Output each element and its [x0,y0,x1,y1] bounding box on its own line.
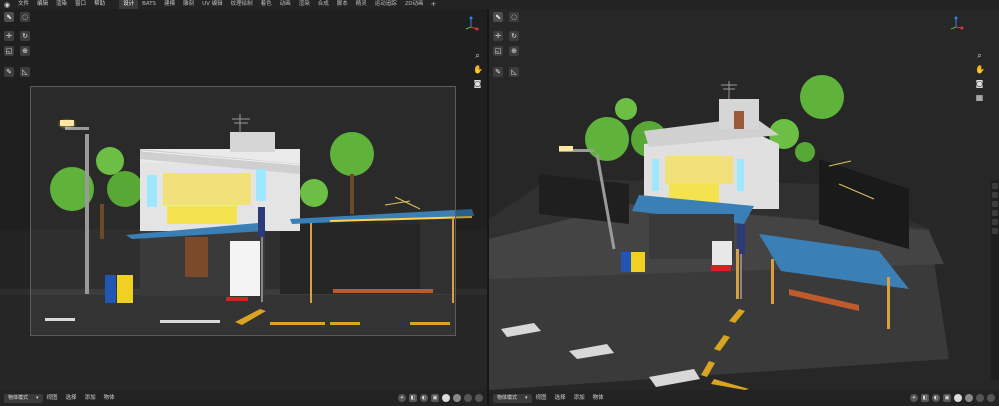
workspace-tab[interactable]: 渲染 [295,0,314,9]
axis-gizmo-icon[interactable] [462,15,480,33]
xray-icon[interactable]: ▣ [943,394,951,402]
scale-tool-icon[interactable]: ◱ [493,46,503,56]
camera-frame [30,86,456,336]
select-tool-icon[interactable]: ⬉ [4,12,14,22]
overlay-icon[interactable]: ◐ [420,394,428,402]
menu-item[interactable]: 帮助 [90,0,109,9]
interaction-mode-dropdown[interactable]: 物体模式 ▾ [493,393,532,403]
workspace-tabs: 设计 BATS 建模 雕刻 UV 编辑 纹理绘制 着色 动画 渲染 合成 脚本 精灵 运动追踪 2D动画 [119,0,427,9]
material-shading-icon[interactable] [464,394,472,402]
menu-item[interactable]: 编辑 [33,0,52,9]
side-tab-icon[interactable] [992,192,998,198]
viewport-menu-item[interactable]: 物体 [100,394,119,403]
side-tab-icon[interactable] [992,228,998,234]
side-tab-icon[interactable] [992,210,998,216]
annotate-tool-icon[interactable]: ✎ [493,67,503,77]
select-circle-icon[interactable]: ◌ [20,12,30,22]
workspace-tab[interactable]: 动画 [276,0,295,9]
pan-hand-icon[interactable]: ✋ [473,65,483,74]
rotate-tool-icon[interactable]: ↻ [20,31,30,41]
viewport-menu-item[interactable]: 物体 [589,394,608,403]
chevron-down-icon: ▾ [525,394,528,401]
move-tool-icon[interactable]: ✛ [493,31,503,41]
workspace-tab[interactable]: BATS [138,0,160,9]
transform-pivot-icon[interactable]: ✦ [398,394,406,402]
overlay-icon[interactable]: ◐ [932,394,940,402]
solid-shading-icon[interactable] [453,394,461,402]
wireframe-shading-icon[interactable] [442,394,450,402]
interaction-mode-dropdown[interactable]: 物体模式 ▾ [4,393,43,403]
zoom-icon[interactable]: ⌕ [975,51,984,60]
right-side-tool-strip [991,180,999,380]
workspace-tab[interactable]: UV 编辑 [198,0,227,9]
transform-tool-icon[interactable]: ⊕ [509,46,519,56]
workspace-tab[interactable]: 合成 [314,0,333,9]
workspace-tab[interactable]: 运动追踪 [371,0,401,9]
rotate-tool-icon[interactable]: ↻ [509,31,519,41]
material-shading-icon[interactable] [976,394,984,402]
grid-view-icon[interactable]: ▦ [975,93,984,102]
camera-view-icon[interactable]: ◙ [473,79,482,88]
camera-passepartout-top [0,9,487,86]
rendered-shading-icon[interactable] [987,394,995,402]
right-3d-viewport[interactable]: ⬉ ◌ ✛ ↻ ◱ ⊕ ✎ ◺ ⌕ ✋ ◙ ▦ [489,9,999,390]
camera-passepartout-right [456,86,487,336]
right-viewport-header: 物体模式 ▾ 视图 选择 添加 物体 ✦ ◧ ◐ ▣ [489,390,999,406]
chevron-down-icon: ▾ [36,394,39,401]
menu-item[interactable]: 渲染 [52,0,71,9]
transform-pivot-icon[interactable]: ✦ [910,394,918,402]
zoom-icon[interactable]: ⌕ [473,51,482,60]
workspace-tab[interactable]: 雕刻 [179,0,198,9]
camera-view-icon[interactable]: ◙ [975,79,984,88]
add-workspace-button[interactable]: + [428,0,440,9]
measure-tool-icon[interactable]: ◺ [20,67,30,77]
solid-shading-icon[interactable] [965,394,973,402]
wireframe-shading-icon[interactable] [954,394,962,402]
annotate-tool-icon[interactable]: ✎ [4,67,14,77]
snap-icon[interactable]: ◧ [921,394,929,402]
axis-gizmo-icon[interactable] [947,15,965,33]
select-tool-icon[interactable]: ⬉ [493,12,503,22]
viewport-menu-item[interactable]: 选择 [551,394,570,403]
workspace-tab[interactable]: 建模 [160,0,179,9]
viewport-menu-item[interactable]: 选择 [62,394,81,403]
viewport-menu-item[interactable]: 视图 [43,394,62,403]
snap-icon[interactable]: ◧ [409,394,417,402]
workspace-tab[interactable]: 2D动画 [401,0,428,9]
scale-tool-icon[interactable]: ◱ [4,46,14,56]
workspace-tab[interactable]: 着色 [257,0,276,9]
measure-tool-icon[interactable]: ◺ [509,67,519,77]
workspace-tab[interactable]: 脚本 [333,0,352,9]
viewport-menu-item[interactable]: 添加 [570,394,589,403]
left-3d-viewport[interactable]: ⬉ ◌ ✛ ↻ ◱ ⊕ ✎ ◺ ⌕ ✋ ◙ [0,9,487,390]
transform-tool-icon[interactable]: ⊕ [20,46,30,56]
blender-logo-icon[interactable]: ◉ [3,1,11,9]
pan-hand-icon[interactable]: ✋ [975,65,985,74]
select-circle-icon[interactable]: ◌ [509,12,519,22]
viewport-menu-item[interactable]: 视图 [532,394,551,403]
left-viewport-header: 物体模式 ▾ 视图 选择 添加 物体 ✦ ◧ ◐ ▣ [0,390,487,406]
camera-passepartout-left [0,86,30,336]
side-tab-icon[interactable] [992,201,998,207]
camera-passepartout-bottom [0,336,487,390]
workspace-tab[interactable]: 纹理绘制 [227,0,257,9]
xray-icon[interactable]: ▣ [431,394,439,402]
side-tab-icon[interactable] [992,219,998,225]
workspace-tab[interactable]: 设计 [119,0,139,9]
rendered-shading-icon[interactable] [475,394,483,402]
move-tool-icon[interactable]: ✛ [4,31,14,41]
menu-item[interactable]: 文件 [14,0,33,9]
viewport-menu-item[interactable]: 添加 [81,394,100,403]
menu-item[interactable]: 窗口 [71,0,90,9]
side-tab-icon[interactable] [992,183,998,189]
workspace-tab[interactable]: 精灵 [352,0,371,9]
right-scene [489,9,999,390]
